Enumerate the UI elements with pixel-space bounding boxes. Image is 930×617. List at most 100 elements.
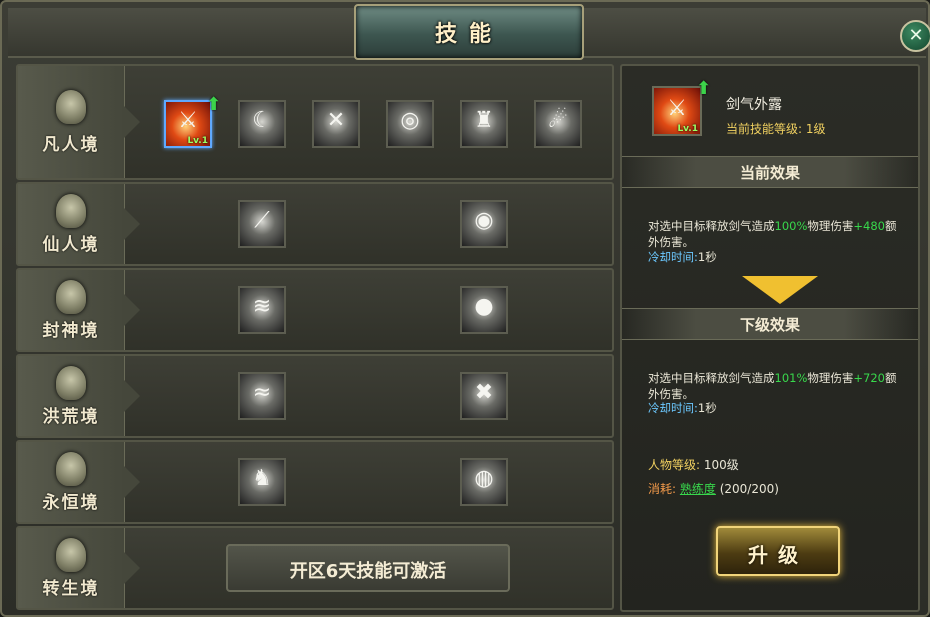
title-plate: 技能 [354, 4, 584, 60]
tier-row-2: 仙人境 ⟋ ◉ [16, 182, 614, 266]
sword-slash-icon: ⚔ [667, 96, 687, 121]
next-effect-title: 下级效果 [739, 316, 800, 334]
tier-tab: 洪荒境 [18, 356, 140, 436]
next-effect-header: 下级效果 [622, 308, 918, 340]
current-effect-text: 对选中目标释放剑气造成100%物理伤害+480额外伤害。 [648, 218, 906, 250]
window-title: 技能 [434, 21, 503, 47]
cost-item-link[interactable]: 熟练度 [680, 482, 716, 496]
required-level-label: 人物等级: [648, 458, 701, 472]
effect-bonus: +480 [853, 219, 885, 233]
current-level-value: 1级 [805, 122, 826, 136]
effect-percent: 101% [774, 371, 808, 385]
skill-name: 剑气外露 [726, 97, 782, 113]
effect-text: 物理伤害 [807, 371, 854, 385]
tier-tab: 封神境 [18, 270, 140, 350]
skill-slot[interactable]: ≈ [238, 372, 286, 420]
twin-blade-icon: ⟋ [254, 208, 270, 233]
upgrade-button[interactable]: 升级 [716, 526, 840, 576]
skill-slot[interactable]: ☾ [238, 100, 286, 148]
cooldown-label: 冷却时间: [648, 250, 698, 264]
whirlwind-icon: ◍ [474, 466, 494, 491]
tier-row-3: 封神境 ≋ ● [16, 268, 614, 352]
tier-emblem-icon [56, 280, 86, 314]
skill-slot[interactable]: ● [460, 286, 508, 334]
close-button[interactable]: ✕ [900, 20, 930, 52]
skill-detail-panel: ⚔ ⬆ Lv.1 剑气外露 当前技能等级: 1级 当前效果 对选中目标释放剑气造… [620, 64, 920, 612]
tier-row-6: 转生境 开区6天技能可激活 [16, 526, 614, 610]
skill-slot[interactable]: ⟋ [238, 200, 286, 248]
close-icon: ✕ [908, 25, 924, 46]
current-effect-title: 当前效果 [739, 164, 800, 182]
next-level-arrow-icon [742, 276, 818, 304]
tier-tab: 永恒境 [18, 442, 140, 522]
cooldown-value: 1秒 [697, 250, 717, 264]
skill-slot[interactable]: ◍ [460, 458, 508, 506]
tier-emblem-icon [56, 194, 86, 228]
tier-row-1: 凡人境 ⚔ ⬆ Lv.1 ☾ ✕ ◎ ♜ ☄ [16, 64, 614, 180]
wind-slash-icon: ≈ [252, 380, 272, 405]
skill-slot[interactable]: ♜ [460, 100, 508, 148]
skill-slot[interactable]: ≋ [238, 286, 286, 334]
next-effect-text: 对选中目标释放剑气造成101%物理伤害+720额外伤害。 [648, 370, 906, 402]
skill-slot[interactable]: ◎ [386, 100, 434, 148]
skill-slot[interactable]: ♞ [238, 458, 286, 506]
cooldown-label: 冷却时间: [648, 401, 698, 415]
current-level-label: 当前技能等级: [726, 122, 803, 136]
shield-strike-icon: ◎ [400, 108, 420, 133]
skill-slot[interactable]: ☄ [534, 100, 582, 148]
tier-name: 转生境 [42, 579, 100, 599]
warrior-icon: ♞ [252, 466, 272, 491]
tier-name: 仙人境 [42, 235, 100, 255]
triple-claw-icon: ≋ [252, 294, 272, 319]
current-cooldown: 冷却时间:1秒 [648, 249, 717, 265]
effect-bonus: +720 [853, 371, 885, 385]
skill-slot[interactable]: ◉ [460, 200, 508, 248]
tier-row-4: 洪荒境 ≈ ✖ [16, 354, 614, 438]
tier-emblem-icon [56, 452, 86, 486]
cost-value: (200/200) [719, 482, 779, 496]
upgrade-cost: 消耗: 熟练度 (200/200) [648, 480, 779, 497]
tier-name: 封神境 [42, 321, 100, 341]
tier-row-5: 永恒境 ♞ ◍ [16, 440, 614, 524]
locked-tier-banner: 开区6天技能可激活 [226, 544, 510, 592]
skill-level-badge: Lv.1 [677, 124, 698, 134]
skill-window: 技能 ✕ 凡人境 ⚔ ⬆ Lv.1 ☾ ✕ ◎ ♜ ☄ 仙人境 ⟋ ◉ 封神境 … [0, 0, 930, 617]
upgrade-available-icon: ⬆ [206, 94, 222, 115]
current-effect-header: 当前效果 [622, 156, 918, 188]
effect-text: 物理伤害 [807, 219, 854, 233]
current-skill-level: 当前技能等级: 1级 [726, 120, 826, 137]
skill-slot-selected[interactable]: ⚔ ⬆ Lv.1 [164, 94, 221, 148]
cross-slash-icon: ✖ [474, 380, 494, 405]
cost-label: 消耗: [648, 482, 677, 496]
next-cooldown: 冷却时间:1秒 [648, 400, 717, 416]
upgrade-available-icon: ⬆ [696, 78, 712, 99]
skill-slot[interactable]: ✕ [312, 100, 360, 148]
tier-emblem-icon [56, 538, 86, 572]
selected-skill-icon: ⚔ ⬆ Lv.1 [652, 78, 711, 136]
tier-emblem-icon [56, 366, 86, 400]
tier-name: 凡人境 [42, 135, 100, 155]
vortex-icon: ◉ [474, 208, 494, 233]
tier-tab: 仙人境 [18, 184, 140, 264]
effect-percent: 100% [774, 219, 808, 233]
tier-emblem-icon [56, 90, 86, 124]
skill-slot[interactable]: ✖ [460, 372, 508, 420]
sword-slash-icon: ⚔ [178, 108, 198, 133]
effect-text: 对选中目标释放剑气造成 [648, 371, 775, 385]
required-level-value: 100级 [703, 458, 739, 472]
totem-icon: ♜ [474, 108, 494, 133]
skill-level-badge: Lv.1 [187, 136, 208, 146]
tier-name: 洪荒境 [42, 407, 100, 427]
required-level: 人物等级: 100级 [648, 456, 739, 473]
upgrade-button-label: 升级 [748, 543, 808, 567]
tier-tab: 凡人境 [18, 66, 140, 178]
crescent-blade-icon: ☾ [252, 108, 272, 133]
cooldown-value: 1秒 [697, 401, 717, 415]
comet-icon: ☄ [548, 108, 568, 133]
claw-slash-icon: ✕ [326, 108, 346, 133]
tier-tab: 转生境 [18, 528, 140, 608]
locked-tier-message: 开区6天技能可激活 [289, 561, 447, 582]
skill-tree-panel: 凡人境 ⚔ ⬆ Lv.1 ☾ ✕ ◎ ♜ ☄ 仙人境 ⟋ ◉ 封神境 ≋ ● 洪… [16, 64, 614, 612]
tier-name: 永恒境 [42, 493, 100, 513]
effect-text: 对选中目标释放剑气造成 [648, 219, 775, 233]
